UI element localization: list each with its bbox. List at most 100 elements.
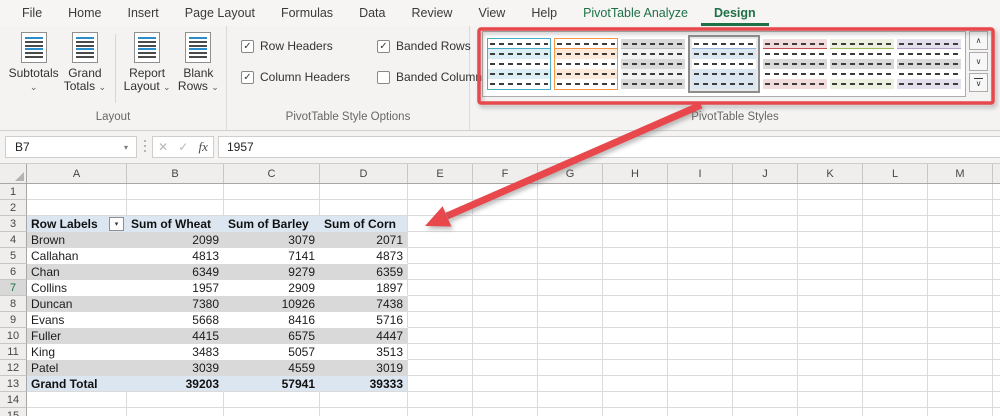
cell-c10[interactable]: 6575 [224,328,320,344]
cell-e11[interactable] [408,344,473,360]
column-header-k[interactable]: K [798,164,863,183]
cell-m7[interactable] [928,280,993,296]
cell-j6[interactable] [733,264,798,280]
tab-design[interactable]: Design [701,0,769,26]
cell-c14[interactable] [224,392,320,408]
tab-data[interactable]: Data [346,0,398,26]
row-header-12[interactable]: 12 [0,360,27,376]
cell-c9[interactable]: 8416 [224,312,320,328]
row-header-10[interactable]: 10 [0,328,27,344]
cell-n11[interactable] [993,344,1000,360]
cell-h4[interactable] [603,232,668,248]
cell-l4[interactable] [863,232,928,248]
cell-k15[interactable] [798,408,863,416]
cell-a1[interactable] [27,184,127,200]
cell-a10[interactable]: Fuller [27,328,127,344]
cell-g6[interactable] [538,264,603,280]
cell-a15[interactable] [27,408,127,416]
column-header-h[interactable]: H [603,164,668,183]
cell-l13[interactable] [863,376,928,392]
row-labels-filter-button[interactable]: ▾ [109,217,124,231]
cell-c3[interactable]: Sum of Barley [224,216,320,232]
cell-g12[interactable] [538,360,603,376]
cell-i12[interactable] [668,360,733,376]
cell-f13[interactable] [473,376,538,392]
cell-m14[interactable] [928,392,993,408]
cell-d15[interactable] [320,408,408,416]
cell-e9[interactable] [408,312,473,328]
cell-c2[interactable] [224,200,320,216]
cell-f4[interactable] [473,232,538,248]
cancel-icon[interactable]: ✕ [158,140,168,154]
cell-d7[interactable]: 1897 [320,280,408,296]
cell-e6[interactable] [408,264,473,280]
cell-n4[interactable] [993,232,1000,248]
tab-formulas[interactable]: Formulas [268,0,346,26]
column-header-a[interactable]: A [27,164,127,183]
formula-input[interactable]: 1957 [218,136,1000,158]
cell-i15[interactable] [668,408,733,416]
cell-l1[interactable] [863,184,928,200]
cell-g2[interactable] [538,200,603,216]
cell-k4[interactable] [798,232,863,248]
cell-j2[interactable] [733,200,798,216]
cell-l2[interactable] [863,200,928,216]
cell-m1[interactable] [928,184,993,200]
cell-c12[interactable]: 4559 [224,360,320,376]
row-header-7[interactable]: 7 [0,280,27,296]
cell-e12[interactable] [408,360,473,376]
cell-n8[interactable] [993,296,1000,312]
cell-e2[interactable] [408,200,473,216]
insert-function-icon[interactable]: fx [199,139,208,155]
cell-b10[interactable]: 4415 [127,328,224,344]
column-header-i[interactable]: I [668,164,733,183]
cell-i8[interactable] [668,296,733,312]
style-thumbnail-light-blue[interactable] [688,35,760,93]
cell-g9[interactable] [538,312,603,328]
cell-c13[interactable]: 57941 [224,376,320,392]
cell-j9[interactable] [733,312,798,328]
cell-g14[interactable] [538,392,603,408]
column-header-m[interactable]: M [928,164,993,183]
cell-d12[interactable]: 3019 [320,360,408,376]
column-header-d[interactable]: D [320,164,408,183]
cell-f3[interactable] [473,216,538,232]
cell-d1[interactable] [320,184,408,200]
cell-f2[interactable] [473,200,538,216]
cell-b2[interactable] [127,200,224,216]
cell-e4[interactable] [408,232,473,248]
cell-n15[interactable] [993,408,1000,416]
row-header-4[interactable]: 4 [0,232,27,248]
banded-columns-checkbox-box[interactable] [377,71,390,84]
gallery-scroll-up-button[interactable]: ∧ [969,31,988,50]
cell-a12[interactable]: Patel [27,360,127,376]
cell-e15[interactable] [408,408,473,416]
cell-i14[interactable] [668,392,733,408]
cell-a2[interactable] [27,200,127,216]
cell-i5[interactable] [668,248,733,264]
enter-icon[interactable]: ✓ [178,140,188,154]
cell-n12[interactable] [993,360,1000,376]
cell-a11[interactable]: King [27,344,127,360]
row-header-6[interactable]: 6 [0,264,27,280]
cell-j14[interactable] [733,392,798,408]
cell-h7[interactable] [603,280,668,296]
cell-g7[interactable] [538,280,603,296]
cell-h3[interactable] [603,216,668,232]
cell-j7[interactable] [733,280,798,296]
cell-d3[interactable]: Sum of Corn [320,216,408,232]
cell-h5[interactable] [603,248,668,264]
cell-e14[interactable] [408,392,473,408]
cell-h11[interactable] [603,344,668,360]
cell-d11[interactable]: 3513 [320,344,408,360]
cell-k2[interactable] [798,200,863,216]
cell-h6[interactable] [603,264,668,280]
cell-e13[interactable] [408,376,473,392]
cell-l9[interactable] [863,312,928,328]
cell-n7[interactable] [993,280,1000,296]
cell-k5[interactable] [798,248,863,264]
row-header-3[interactable]: 3 [0,216,27,232]
cell-c11[interactable]: 5057 [224,344,320,360]
row-header-14[interactable]: 14 [0,392,27,408]
style-thumbnail-light-teal[interactable] [487,38,551,90]
